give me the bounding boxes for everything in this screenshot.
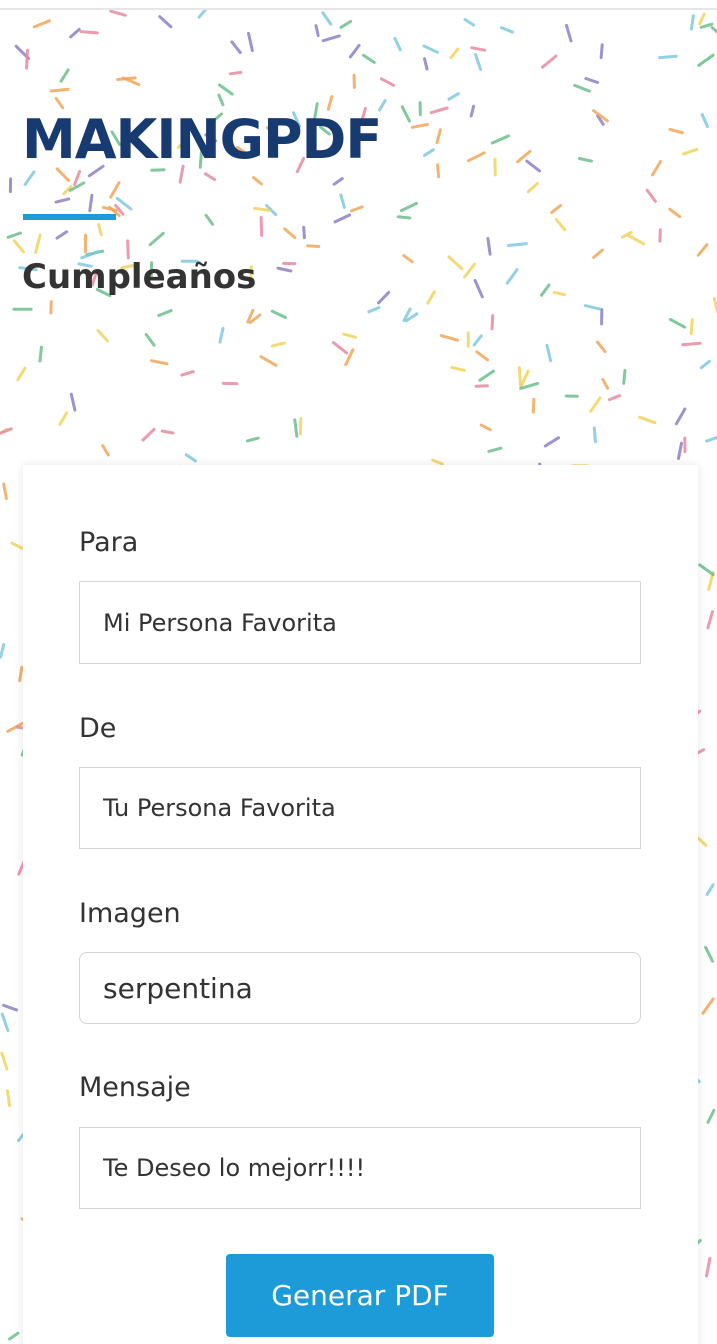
generate-pdf-button[interactable]: Generar PDF [226, 1254, 494, 1337]
sprinkle [695, 835, 708, 847]
sprinkle [2, 1003, 19, 1012]
sprinkle [8, 1331, 20, 1341]
sprinkle [18, 665, 24, 683]
page: MAKINGPDF Cumpleaños Para De Imagen serp… [0, 0, 717, 1344]
para-input[interactable] [79, 581, 641, 664]
sprinkle [706, 1108, 716, 1124]
sprinkle [5, 1089, 11, 1108]
sprinkle [0, 643, 6, 659]
brand-title: MAKINGPDF [22, 108, 382, 171]
sprinkle [698, 563, 715, 577]
sprinkle [706, 610, 714, 630]
form-card: Para De Imagen serpentina Mensaje Genera… [23, 465, 698, 1344]
sprinkle [0, 1012, 10, 1033]
browser-top-edge [0, 0, 717, 10]
sprinkle [704, 945, 714, 963]
sprinkle [2, 482, 8, 500]
sprinkle [705, 883, 715, 896]
para-label: Para [79, 527, 139, 558]
imagen-label: Imagen [79, 898, 181, 929]
sprinkle [705, 1256, 712, 1278]
de-input[interactable] [79, 767, 641, 849]
sprinkle [0, 1051, 9, 1071]
page-subtitle: Cumpleaños [22, 257, 257, 297]
title-underline [23, 214, 116, 220]
imagen-select[interactable]: serpentina [79, 952, 641, 1024]
mensaje-label: Mensaje [79, 1072, 191, 1103]
sprinkle [701, 997, 715, 1015]
sprinkle [431, 458, 444, 466]
mensaje-input[interactable] [79, 1127, 641, 1209]
de-label: De [79, 713, 117, 744]
page-header: MAKINGPDF Cumpleaños [0, 0, 717, 460]
